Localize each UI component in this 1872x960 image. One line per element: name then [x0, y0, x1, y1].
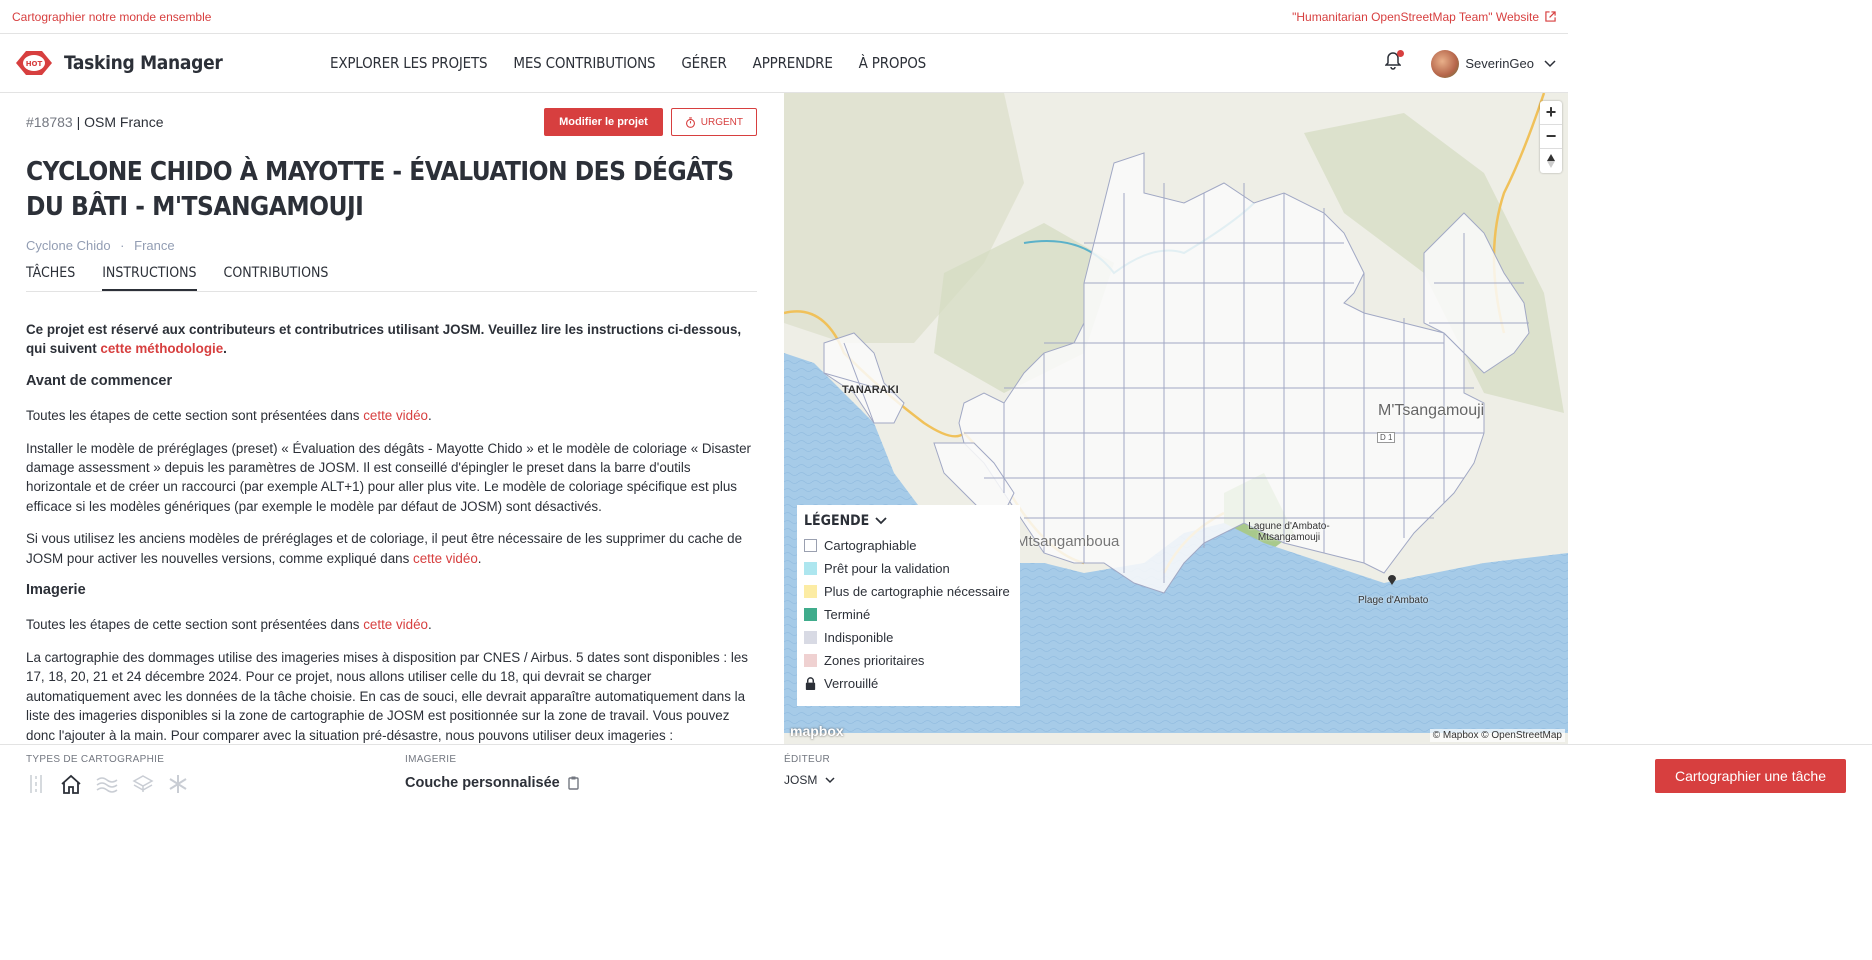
chevron-down-icon[interactable] — [1544, 59, 1556, 68]
map-attribution[interactable]: © Mapbox © OpenStreetMap — [1429, 729, 1565, 742]
svg-text:HOT: HOT — [26, 60, 43, 68]
building-icon — [61, 774, 81, 794]
video-link[interactable]: cette vidéo — [363, 408, 428, 423]
map-label-mtsangamouji: M'Tsangamouji — [1378, 402, 1485, 419]
imagery-value: Couche personnalisée — [405, 775, 560, 791]
nav-links: EXPLORER LES PROJETS MES CONTRIBUTIONS G… — [330, 54, 952, 72]
waterway-icon — [96, 777, 118, 793]
map-label-beach: Plage d'Ambato — [1358, 595, 1429, 606]
external-link-icon — [1545, 11, 1556, 22]
project-title: Cyclone Chido à Mayotte - Évaluation des… — [26, 157, 734, 222]
legend-item-more-mapping: Plus de cartographie nécessaire — [804, 583, 1013, 599]
project-id: #18783 — [26, 114, 73, 130]
paragraph: Si vous utilisez les anciens modèles de … — [26, 531, 743, 566]
mapping-types-label: TYPES DE CARTOGRAPHIE — [26, 754, 165, 765]
avatar[interactable] — [1431, 49, 1460, 78]
swatch — [804, 538, 817, 552]
other-icon — [169, 775, 187, 793]
nav-explore-projects[interactable]: EXPLORER LES PROJETS — [330, 54, 488, 72]
imagery-section: IMAGERIE Couche personnalisée — [379, 745, 758, 803]
paragraph: La cartographie des dommages utilise des… — [26, 649, 748, 743]
map-label-tanaraki: TANARAKI — [842, 384, 899, 396]
logo[interactable]: HOT Tasking Manager — [12, 48, 330, 78]
tab-instructions[interactable]: INSTRUCTIONS — [102, 265, 197, 291]
swatch — [804, 630, 817, 644]
landuse-icon — [132, 775, 154, 792]
legend-toggle[interactable]: LÉGENDE — [804, 513, 1013, 529]
zoom-in-button[interactable]: + — [1540, 101, 1562, 125]
clipboard-icon[interactable] — [568, 776, 579, 790]
lock-icon — [805, 676, 816, 690]
notification-dot — [1397, 50, 1405, 57]
timer-icon — [685, 116, 695, 128]
swatch — [804, 584, 817, 598]
imagery-label: IMAGERIE — [405, 754, 457, 765]
nav-my-contributions[interactable]: MES CONTRIBUTIONS — [513, 54, 655, 72]
task-map[interactable]: TANARAKI M'Tsangamouji Lagune d'Ambato-M… — [784, 93, 1568, 745]
chevron-down-icon — [825, 776, 835, 783]
project-tags: Cyclone Chido · France — [26, 238, 757, 253]
compass-icon — [1547, 154, 1555, 168]
editor-select[interactable]: JOSM — [784, 773, 1058, 787]
mapbox-logo[interactable]: mapbox — [790, 723, 844, 739]
main-navbar: HOT Tasking Manager EXPLORER LES PROJETS… — [0, 34, 1568, 93]
hot-logo-icon: HOT — [16, 51, 52, 75]
project-org: | OSM France — [76, 114, 164, 130]
road-shield: D 1 — [1377, 432, 1396, 443]
notifications-button[interactable] — [1384, 50, 1405, 75]
video-link[interactable]: cette vidéo — [363, 617, 428, 632]
instructions-body: Ce projet est réservé aux contributeurs … — [26, 320, 757, 745]
paragraph: Installer le modèle de préréglages (pres… — [26, 440, 751, 514]
urgent-button[interactable]: URGENT — [670, 108, 757, 136]
video-link[interactable]: cette vidéo — [413, 551, 478, 566]
zoom-out-button[interactable]: − — [1540, 125, 1562, 149]
edit-project-button[interactable]: Modifier le projet — [544, 108, 663, 136]
map-a-task-button[interactable]: Cartographier une tâche — [1655, 759, 1846, 793]
legend-item-ready-validation: Prêt pour la validation — [804, 560, 1013, 576]
compass-button[interactable] — [1540, 149, 1562, 173]
mapping-types-section: TYPES DE CARTOGRAPHIE — [0, 745, 379, 803]
tag-campaign[interactable]: Cyclone Chido — [26, 238, 111, 253]
road-icon — [30, 775, 42, 793]
swatch — [804, 653, 817, 667]
top-banner: Cartographier notre monde ensemble "Huma… — [0, 0, 1568, 34]
project-tabs: TÂCHES INSTRUCTIONS CONTRIBUTIONS — [26, 265, 757, 292]
chevron-down-icon — [875, 517, 887, 525]
map-label-lagoon: Lagune d'Ambato-Mtsangamouji — [1248, 521, 1330, 543]
paragraph: Toutes les étapes de cette section sont … — [26, 617, 432, 633]
nav-manage[interactable]: GÉRER — [681, 54, 726, 72]
editor-section: ÉDITEUR JOSM — [758, 745, 1058, 803]
legend-item-mappable: Cartographiable — [804, 537, 1013, 553]
methodology-link[interactable]: cette méthodologie — [100, 341, 223, 356]
tag-separator: · — [120, 238, 125, 253]
paragraph: Toutes les étapes de cette section sont … — [26, 408, 432, 424]
map-legend: LÉGENDE Cartographiable Prêt pour la val… — [797, 505, 1020, 706]
heading-before-start: Avant de commencer — [26, 372, 173, 389]
nav-learn[interactable]: APPRENDRE — [753, 54, 833, 72]
project-id-line: #18783 | OSM France — [26, 114, 164, 130]
map-zoom-controls: + − — [1540, 101, 1562, 173]
tag-country[interactable]: France — [134, 238, 174, 253]
bottom-action-bar: TYPES DE CARTOGRAPHIE IMAGERIE Couche pe… — [0, 744, 1872, 803]
swatch — [804, 561, 817, 575]
legend-item-unavailable: Indisponible — [804, 629, 1013, 645]
nav-about[interactable]: À PROPOS — [859, 54, 927, 72]
tagline: Cartographier notre monde ensemble — [12, 9, 212, 24]
legend-item-locked: Verrouillé — [804, 675, 1013, 691]
map-label-mtsangamboua: Mtsangamboua — [1016, 533, 1120, 550]
tab-tasks[interactable]: TÂCHES — [26, 265, 75, 291]
intro-paragraph: Ce projet est réservé aux contributeurs … — [26, 322, 742, 357]
project-panel: #18783 | OSM France Modifier le projet U… — [0, 93, 784, 745]
username[interactable]: SeverinGeo — [1465, 56, 1534, 71]
legend-item-priority: Zones prioritaires — [804, 652, 1013, 668]
heading-imagery: Imagerie — [26, 582, 86, 599]
logo-text: Tasking Manager — [64, 52, 223, 74]
hot-website-link[interactable]: "Humanitarian OpenStreetMap Team" Websit… — [1292, 10, 1556, 24]
swatch — [804, 607, 817, 621]
editor-label: ÉDITEUR — [784, 754, 830, 765]
legend-item-finished: Terminé — [804, 606, 1013, 622]
user-area: SeverinGeo — [1384, 34, 1556, 93]
tab-contributions[interactable]: CONTRIBUTIONS — [224, 265, 329, 291]
